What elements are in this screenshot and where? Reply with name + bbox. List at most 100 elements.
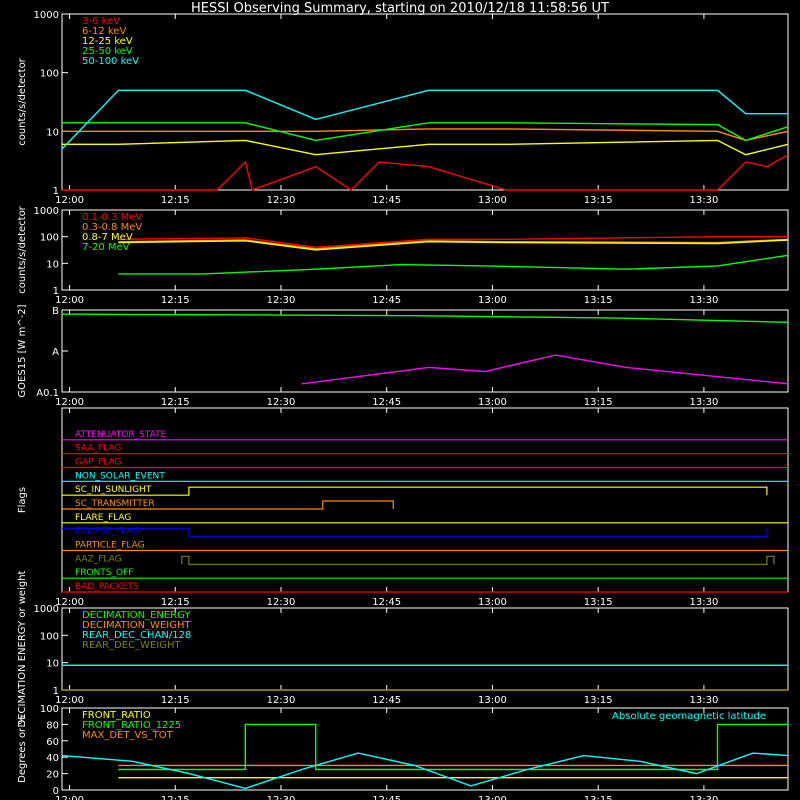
x-tick-label: 13:00: [478, 597, 507, 608]
y-tick-label: 20: [46, 770, 59, 781]
x-tick-label: 13:15: [584, 295, 613, 306]
y-tick-label: 40: [46, 753, 59, 764]
x-tick-label: 12:30: [267, 695, 296, 706]
x-tick-label: 12:15: [161, 795, 190, 800]
goes-frame: [61, 309, 789, 393]
x-tick-label: 13:30: [689, 695, 718, 706]
y-tick-label: A: [52, 347, 59, 358]
x-tick-label: 13:00: [478, 397, 507, 408]
y-tick-label: 80: [46, 720, 59, 731]
low_energy-ylabel: counts/s/detector: [17, 57, 28, 145]
y-tick-label: 60: [46, 737, 59, 748]
series-line: [62, 128, 789, 142]
series-line: [62, 154, 789, 191]
y-tick-label: 1000: [34, 604, 59, 615]
decimation-ylabel: DECIMATION ENERGY or weight: [17, 570, 28, 727]
flag-label: AAZ_FLAG: [75, 554, 122, 564]
x-tick-label: 12:45: [372, 795, 401, 800]
x-tick-label: 12:00: [55, 397, 84, 408]
y-tick-label: 10: [46, 659, 59, 670]
series-line: [61, 89, 788, 150]
x-tick-label: 12:45: [372, 195, 401, 206]
series-line: [62, 139, 789, 156]
y-tick-label: A0.1: [36, 388, 59, 399]
ratios-ylabel: Degrees or %: [17, 715, 28, 783]
x-tick-label: 13:30: [689, 195, 718, 206]
flag-label: SC_IN_SUNLIGHT: [75, 485, 152, 495]
flag-label: GAP_FLAG: [75, 458, 121, 468]
x-tick-label: 12:00: [55, 695, 84, 706]
x-tick-label: 12:30: [267, 195, 296, 206]
series-line: [301, 354, 789, 385]
x-tick-label: 13:30: [689, 597, 718, 608]
x-tick-label: 12:15: [161, 195, 190, 206]
legend-label: REAR_DEC_WEIGHT: [82, 640, 181, 651]
x-tick-label: 13:30: [689, 795, 718, 800]
x-tick-label: 13:30: [689, 397, 718, 408]
legend-label: MAX_DET_VS_TOT: [82, 730, 174, 741]
flag-line: [62, 486, 768, 496]
y-tick-label: 1: [53, 686, 59, 697]
y-tick-label: 100: [40, 704, 59, 715]
flag-label: SC_TRANSMITTER: [75, 499, 155, 509]
x-tick-label: 13:00: [478, 295, 507, 306]
flag-line: [62, 528, 768, 538]
x-tick-label: 12:30: [267, 295, 296, 306]
x-tick-label: 12:00: [55, 795, 84, 800]
x-tick-label: 12:45: [372, 397, 401, 408]
x-tick-label: 13:15: [584, 597, 613, 608]
series-line: [61, 313, 789, 323]
x-tick-label: 12:30: [267, 597, 296, 608]
legend-label: 50-100 keV: [82, 56, 139, 67]
flag-label: BAD_PACKETS: [75, 582, 139, 592]
y-tick-label: B: [52, 306, 59, 317]
y-tick-label: 1: [53, 286, 59, 297]
y-tick-label: 0: [53, 786, 59, 797]
x-tick-label: 12:15: [161, 295, 190, 306]
x-tick-label: 12:00: [55, 195, 84, 206]
x-tick-label: 13:00: [478, 195, 507, 206]
x-tick-label: 13:15: [584, 795, 613, 800]
x-tick-label: 12:15: [161, 597, 190, 608]
observing-summary-chart: 12:00 12:15 12:30 12:45 13:00 13:15 13:30 count…: [17, 10, 789, 800]
flag-label: FRONTS_OFF: [75, 568, 133, 578]
y-tick-label: 100: [40, 631, 59, 642]
x-tick-label: 12:45: [372, 597, 401, 608]
flag-label: PARTICLE_FLAG: [75, 541, 145, 551]
flag-label: SAA_FLAG: [75, 444, 121, 454]
x-tick-label: 13:15: [584, 195, 613, 206]
goes-ylabel: GOES15 [W m^-2]: [17, 304, 28, 397]
x-tick-label: 12:00: [55, 295, 84, 306]
series-line: [118, 723, 788, 771]
flag-label: ATTENUATOR_STATE: [75, 430, 167, 440]
y-tick-label: 1000: [34, 10, 59, 21]
x-tick-label: 13:15: [584, 397, 613, 408]
flag-line: [181, 555, 775, 565]
series-line: [61, 752, 789, 790]
high_energy-frame: [61, 209, 789, 291]
x-tick-label: 12:45: [372, 695, 401, 706]
x-tick-label: 13:15: [584, 695, 613, 706]
x-tick-label: 12:15: [161, 695, 190, 706]
x-tick-label: 12:45: [372, 295, 401, 306]
series-line: [118, 254, 789, 275]
legend-label: 7-20 MeV: [82, 242, 130, 253]
x-tick-label: 13:00: [478, 695, 507, 706]
x-tick-label: 12:30: [267, 795, 296, 800]
y-tick-label: 1: [53, 186, 59, 197]
flag-label: FLARE_FLAG: [75, 513, 131, 523]
y-tick-label: 1000: [34, 206, 59, 217]
flags-ylabel: Flags: [17, 487, 28, 513]
x-tick-label: 12:00: [55, 597, 84, 608]
y-tick-label: 10: [46, 259, 59, 270]
y-tick-label: 100: [40, 69, 59, 80]
x-tick-label: 12:30: [267, 397, 296, 408]
x-tick-label: 12:15: [161, 397, 190, 408]
high_energy-ylabel: counts/s/detector: [17, 205, 28, 293]
series-line: [118, 239, 789, 251]
legend-label: Absolute geomagnetic latitude: [612, 711, 766, 722]
x-tick-label: 13:30: [689, 295, 718, 306]
flag-label: NON_SOLAR_EVENT: [75, 471, 165, 481]
flag-label: ECLIPSE_FLAG: [75, 527, 139, 537]
x-tick-label: 13:00: [478, 795, 507, 800]
